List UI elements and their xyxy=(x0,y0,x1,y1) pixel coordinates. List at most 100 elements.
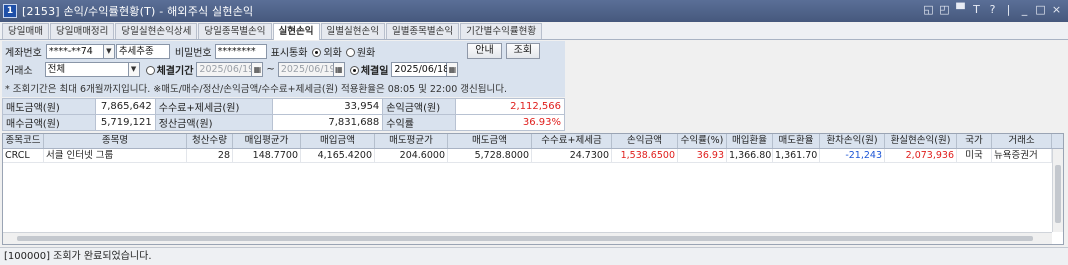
column-header[interactable]: 청산수량 xyxy=(187,134,233,148)
horizontal-scrollbar[interactable] xyxy=(3,232,1052,244)
maximize-button[interactable]: □ xyxy=(1035,3,1046,17)
tab-daily-stock-pnl[interactable]: 당일종목별손익 xyxy=(198,23,272,39)
separator: | xyxy=(1006,3,1011,16)
pnl-label: 손익금액(원) xyxy=(382,98,457,115)
summary-table: 매도금액(원) 7,865,642 수수료+제세금(원) 33,954 손익금액… xyxy=(2,98,565,131)
new-window-icon[interactable]: ◰ xyxy=(939,3,950,17)
notice-text: * 조회기간은 최대 6개월까지입니다. ※매도/매수/정산/손익금액/수수료+… xyxy=(5,84,507,95)
title-bar: 1 [2153] 손익/수익률현황(T) - 해외주식 실현손익 ◱ ◰ ▀ T… xyxy=(0,0,1068,22)
fee-tax-cell: 24.7300 xyxy=(532,149,612,162)
radio-execution-date[interactable]: 체결일 xyxy=(349,62,388,77)
column-header[interactable]: 매도환율 xyxy=(773,134,820,148)
realized-pnl-grid[interactable]: 종목코드 종목명 청산수량 매입평균가 매입금액 매도평균가 매도금액 수수료+… xyxy=(2,133,1064,245)
sell-amount-value: 7,865,642 xyxy=(94,98,156,115)
tab-daily-trade-summary[interactable]: 당일매매정리 xyxy=(49,23,115,39)
link-window-icon[interactable]: ◱ xyxy=(923,3,934,17)
close-button[interactable]: × xyxy=(1051,3,1062,17)
buy-amount-value: 5,719,121 xyxy=(94,114,156,131)
app-icon: 1 xyxy=(3,4,17,18)
column-header[interactable]: 매도금액 xyxy=(448,134,532,148)
help-icon[interactable]: ? xyxy=(987,3,998,17)
column-header[interactable]: 수수료+제세금 xyxy=(532,134,612,148)
exchange-dropdown-icon[interactable]: ▼ xyxy=(128,61,140,77)
radio-execution-period[interactable]: 체결기간 xyxy=(145,62,193,77)
fx-pnl-cell: -21,243 xyxy=(820,149,885,162)
buy-fx-rate-cell: 1,366.80 xyxy=(729,149,773,162)
grid-header: 종목코드 종목명 청산수량 매입평균가 매입금액 매도평균가 매도금액 수수료+… xyxy=(3,134,1063,149)
sell-amount-cell: 5,728.8000 xyxy=(448,149,532,162)
exchange-label: 거래소 xyxy=(5,65,33,77)
sell-amount-label: 매도금액(원) xyxy=(2,98,96,115)
radio-on-icon xyxy=(349,65,359,75)
vertical-scrollbar[interactable] xyxy=(1052,149,1063,232)
table-row[interactable]: CRCL 서클 인터넷 그룹 28 148.7700 4,165.4200 20… xyxy=(3,149,1063,163)
country-cell: 미국 xyxy=(957,149,992,162)
font-size-icon[interactable]: T xyxy=(971,3,982,17)
calendar-icon[interactable]: ▦ xyxy=(447,61,459,77)
tab-daily-trades[interactable]: 당일매매 xyxy=(2,23,49,39)
column-header[interactable]: 매입금액 xyxy=(301,134,375,148)
sell-avg-price-cell: 204.6000 xyxy=(375,149,448,162)
settle-amount-label: 정산금액(원) xyxy=(154,114,274,131)
status-text: [100000] 조회가 완료되었습니다. xyxy=(4,251,152,262)
buy-amount-label: 매수금액(원) xyxy=(2,114,96,131)
buy-amount-cell: 4,165.4200 xyxy=(301,149,375,162)
summary-row: 매도금액(원) 7,865,642 수수료+제세금(원) 33,954 손익금액… xyxy=(2,98,565,115)
fee-tax-label: 수수료+제세금(원) xyxy=(154,98,274,115)
column-header[interactable]: 매입환율 xyxy=(727,134,773,148)
pnl-cell: 1,538.6500 xyxy=(612,149,678,162)
scroll-thumb[interactable] xyxy=(1055,165,1061,223)
period-separator: ~ xyxy=(266,63,275,75)
currency-label: 표시통화 xyxy=(270,47,308,59)
tab-realized-pnl[interactable]: 실현손익 xyxy=(272,23,320,40)
fee-tax-value: 33,954 xyxy=(272,98,384,115)
password-label: 비밀번호 xyxy=(174,47,212,59)
exchange-cell: 뉴욕증권거 xyxy=(992,149,1052,162)
tab-daily-realized-pnl[interactable]: 일별실현손익 xyxy=(320,23,385,39)
radio-foreign-currency[interactable]: 외화 xyxy=(312,44,342,59)
query-button[interactable]: 조회 xyxy=(505,43,541,59)
radio-off-icon xyxy=(145,65,155,75)
exchange-select[interactable]: 전체 xyxy=(44,61,129,77)
tab-daily-stock-pnl-2[interactable]: 일별종목별손익 xyxy=(385,23,460,39)
column-header[interactable]: 수익률(%) xyxy=(678,134,727,148)
column-header[interactable]: 환실현손익(원) xyxy=(885,134,957,148)
calendar-icon[interactable]: ▦ xyxy=(252,61,264,77)
execution-date-field[interactable]: 2025/06/18 xyxy=(391,61,449,77)
column-header[interactable]: 종목코드 xyxy=(3,134,44,148)
window-title: [2153] 손익/수익률현황(T) - 해외주식 실현손익 xyxy=(22,5,254,18)
radio-krw[interactable]: 원화 xyxy=(345,44,375,59)
period-from-field[interactable]: 2025/06/19 xyxy=(196,61,254,77)
return-value: 36.93% xyxy=(455,114,565,131)
period-to-field[interactable]: 2025/06/19 xyxy=(277,61,336,77)
sell-fx-rate-cell: 1,361.70 xyxy=(773,149,820,162)
column-header[interactable]: 종목명 xyxy=(44,134,187,148)
query-panel: 계좌번호 ****-**74 ▼ 추세추종 비밀번호 ******** 표시통화… xyxy=(2,41,565,97)
settle-amount-value: 7,831,688 xyxy=(272,114,384,131)
scroll-thumb[interactable] xyxy=(17,236,1033,241)
account-dropdown-icon[interactable]: ▼ xyxy=(103,43,115,59)
column-header[interactable]: 매입평균가 xyxy=(233,134,301,148)
password-field[interactable]: ******** xyxy=(214,43,267,59)
buy-avg-price-cell: 148.7700 xyxy=(233,149,301,162)
return-label: 수익률 xyxy=(382,114,457,131)
column-header[interactable]: 매도평균가 xyxy=(375,134,448,148)
calendar-icon[interactable]: ▦ xyxy=(333,61,345,77)
guide-button[interactable]: 안내 xyxy=(467,43,502,59)
column-header[interactable]: 거래소 xyxy=(992,134,1052,148)
column-header[interactable]: 국가 xyxy=(957,134,992,148)
tab-period-return[interactable]: 기간별수익률현황 xyxy=(460,23,543,39)
tab-daily-realized-detail[interactable]: 당일실현손익상세 xyxy=(115,23,198,39)
account-name-field: 추세추종 xyxy=(115,43,170,59)
window-controls: ◱ ◰ ▀ T ? | _ □ × xyxy=(923,3,1062,17)
pin-icon[interactable]: ▀ xyxy=(955,3,966,17)
column-header[interactable]: 환차손익(원) xyxy=(820,134,885,148)
pnl-value: 2,112,566 xyxy=(455,98,565,115)
account-row: 계좌번호 ****-**74 ▼ 추세추종 비밀번호 ******** 표시통화… xyxy=(5,42,541,60)
column-header[interactable]: 손익금액 xyxy=(612,134,678,148)
account-number-field[interactable]: ****-**74 xyxy=(45,43,104,59)
radio-off-icon xyxy=(345,47,355,57)
radio-on-icon xyxy=(312,47,322,57)
summary-row: 매수금액(원) 5,719,121 정산금액(원) 7,831,688 수익률 … xyxy=(2,114,565,131)
minimize-button[interactable]: _ xyxy=(1019,3,1030,17)
